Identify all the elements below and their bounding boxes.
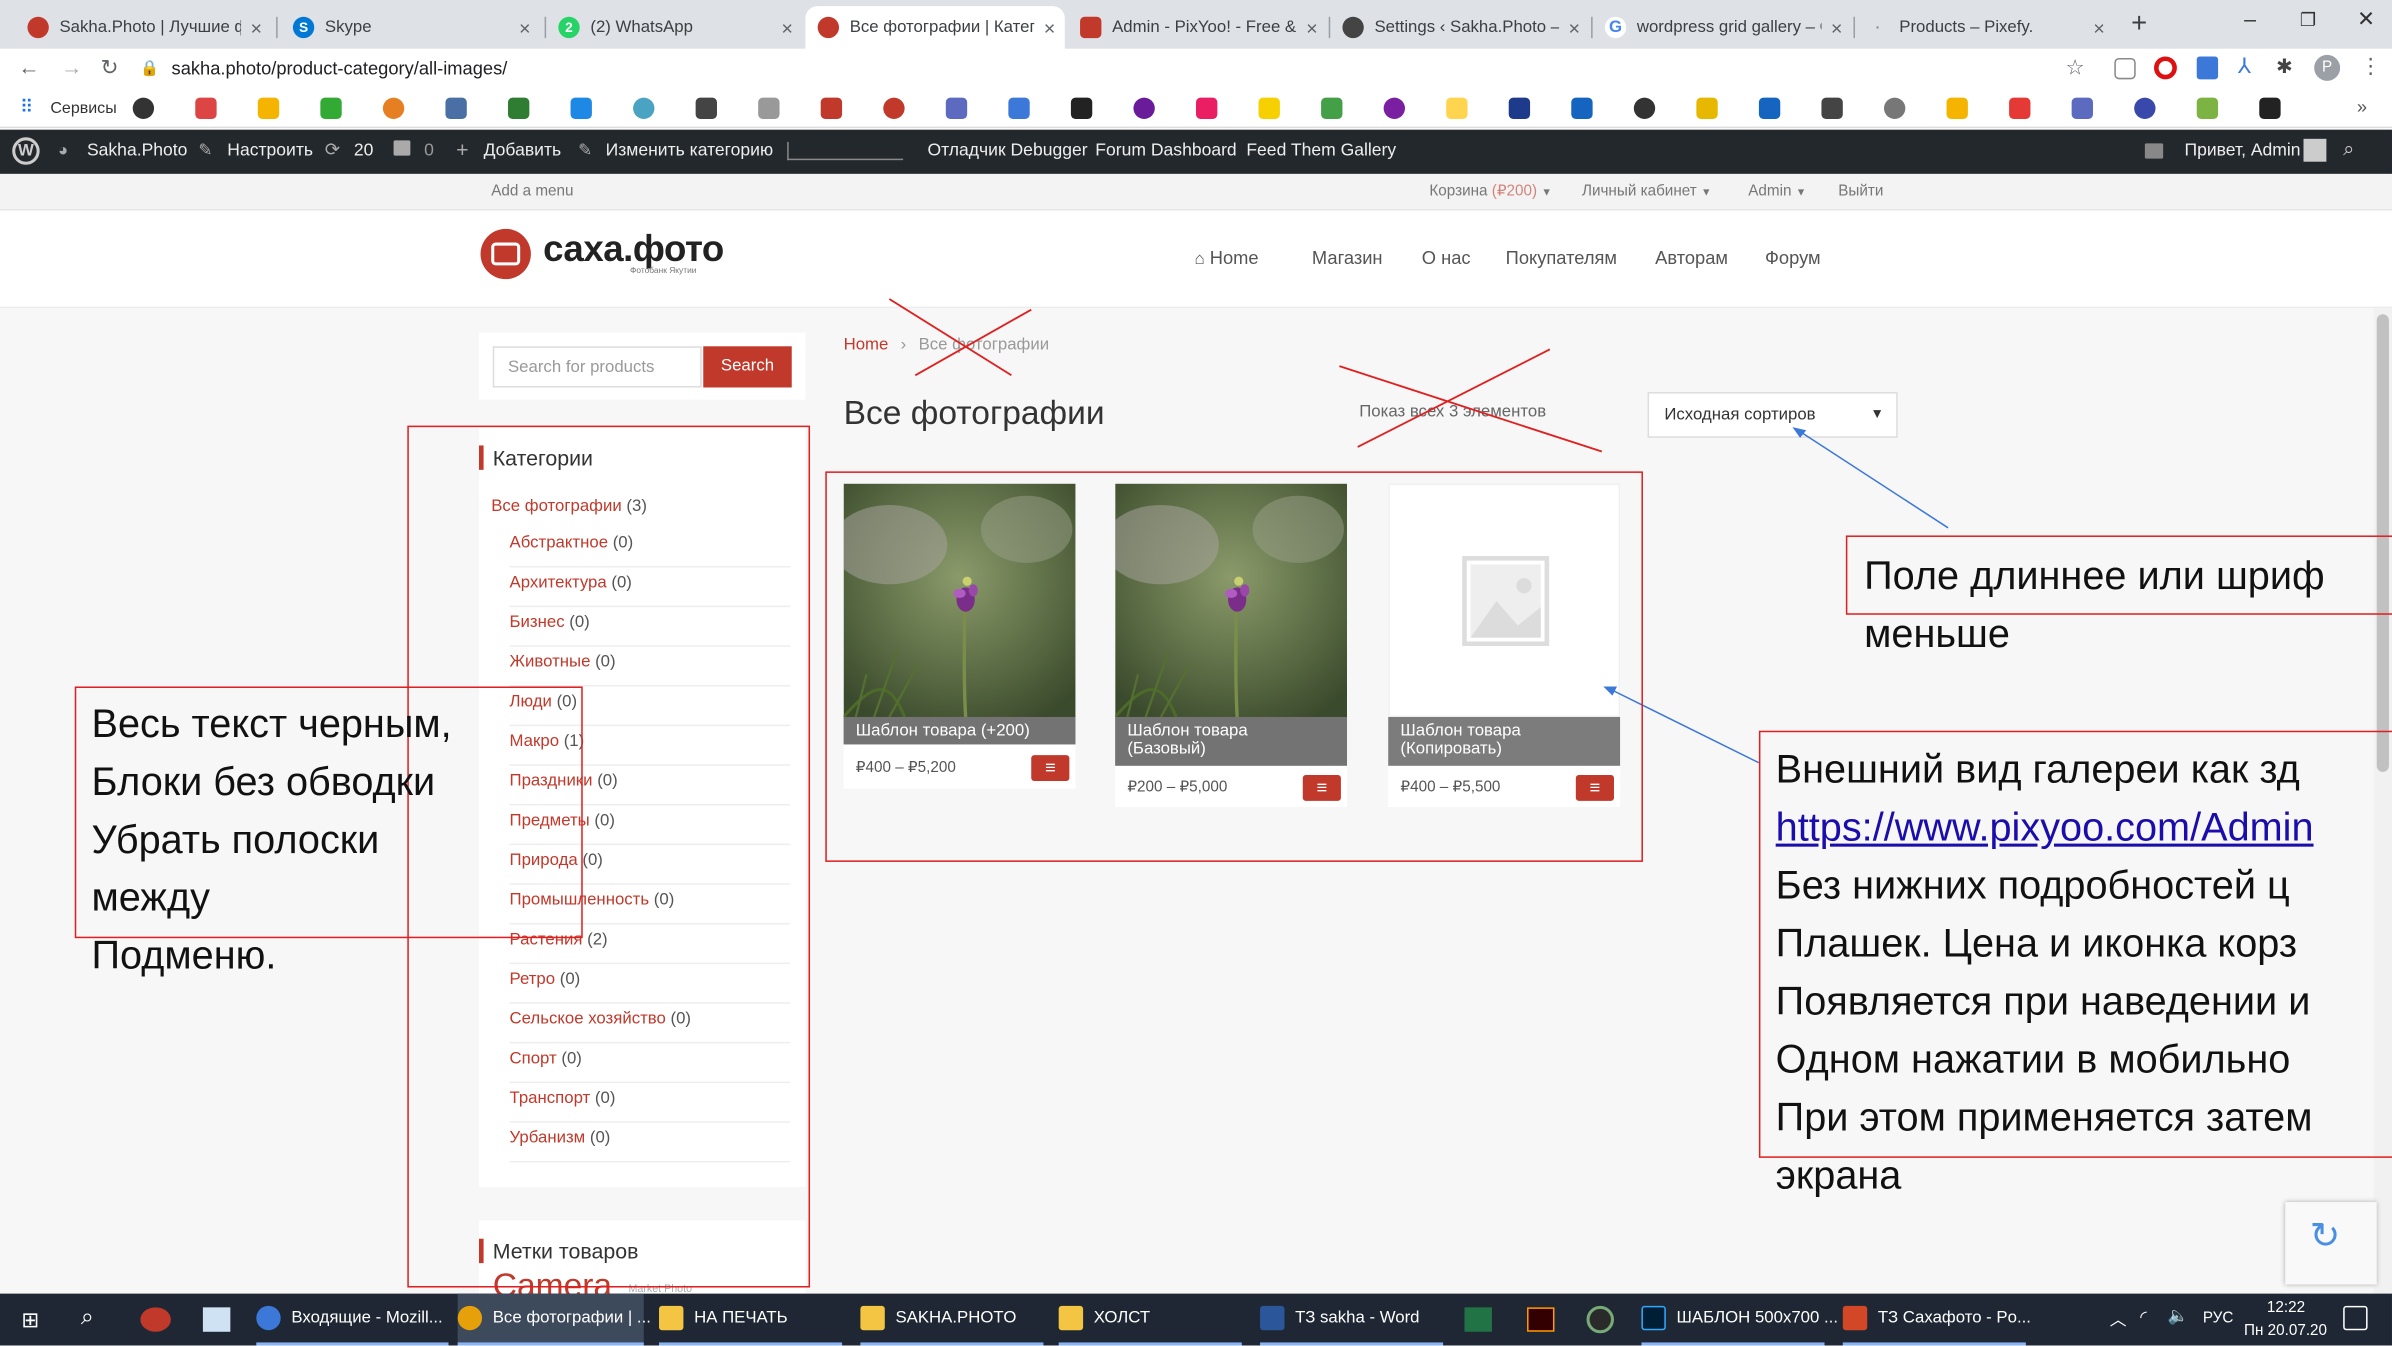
notifications-icon[interactable] <box>2343 1305 2368 1331</box>
annotation-left-line: между <box>91 874 210 920</box>
word-icon <box>1260 1305 1285 1331</box>
windows-start-icon[interactable]: ⊞ <box>21 1307 39 1333</box>
clock-time[interactable]: 12:22 <box>2267 1300 2305 1317</box>
taskbar-powerpoint[interactable]: ТЗ Сахафото - Po... <box>1842 1294 2031 1346</box>
windows-taskbar: ⊞ ⌕ Входящие - Mozill... Все фотографии … <box>0 1293 2392 1346</box>
annotation-left-line: Весь текст черным, <box>91 700 452 746</box>
annotation-gallery-line: Одном нажатии в мобильно <box>1775 1035 2291 1082</box>
product-title[interactable]: Шаблон товара (Копировать) <box>1388 717 1571 763</box>
annotation-text-gallery: Внешний вид галереи как зд https://www.pi… <box>1776 740 2314 1204</box>
language-indicator[interactable]: РУС <box>2203 1310 2234 1327</box>
taskbar-chrome[interactable]: Все фотографии | ... <box>457 1293 651 1346</box>
taskbar-word[interactable]: ТЗ sakha - Word <box>1260 1294 1444 1346</box>
app-icon[interactable] <box>140 1307 171 1332</box>
illustrator-icon[interactable] <box>1527 1307 1555 1332</box>
taskbar-thunderbird[interactable]: Входящие - Mozill... <box>256 1294 449 1346</box>
photoshop-icon <box>1641 1305 1666 1331</box>
folder-icon <box>659 1305 684 1331</box>
taskbar-folder-sakha[interactable]: SAKHA.PHOTO <box>860 1294 1044 1346</box>
annotation-cross <box>914 308 1032 377</box>
excel-icon[interactable] <box>1464 1307 1492 1332</box>
arrow-head-icon <box>1792 427 1807 438</box>
annotation-gallery-line: экрана <box>1775 1151 1902 1198</box>
taskbar-folder-canvas[interactable]: ХОЛСТ <box>1058 1294 1242 1346</box>
annotation-left-line: Блоки без обводки <box>91 758 436 804</box>
tray-chevron-icon[interactable]: ︿ <box>2110 1307 2127 1331</box>
annotation-arrow <box>1795 428 1949 529</box>
powerpoint-icon <box>1842 1305 1868 1331</box>
annotation-box-gallery <box>825 471 1643 862</box>
annotation-sort-line: Поле длиннее или шриф <box>1864 552 2325 598</box>
annotation-sort-line: меньше <box>1864 610 2010 656</box>
annotation-gallery-line: Без нижних подробностей ц <box>1775 861 2290 908</box>
annotation-gallery-line: https://www.pixyoo.com/Admin <box>1775 803 2314 850</box>
search-icon[interactable]: ⌕ <box>81 1304 94 1330</box>
thunderbird-icon <box>256 1305 281 1331</box>
annotation-gallery-line: Внешний вид галереи как зд <box>1775 745 2300 792</box>
clock-date[interactable]: Пн 20.07.20 <box>2244 1323 2327 1340</box>
network-icon[interactable]: ◜ <box>2140 1307 2147 1327</box>
annotation-text-left: Весь текст черным, Блоки без обводки Убрат… <box>92 694 452 984</box>
folder-icon <box>1058 1305 1084 1331</box>
annotation-gallery-line: Плашек. Цена и иконка корз <box>1775 919 2298 966</box>
folder-icon <box>860 1305 885 1331</box>
annotation-left-line: Подменю. <box>91 932 277 978</box>
annotation-cross <box>888 298 1012 377</box>
taskbar-photoshop[interactable]: ШАБЛОН 500x700 ... <box>1641 1294 1838 1346</box>
app-icon[interactable] <box>1586 1305 1614 1334</box>
notepad-icon[interactable] <box>202 1307 231 1332</box>
volume-icon[interactable]: 🔈 <box>2168 1306 2189 1325</box>
annotation-gallery-line: При этом применяется затем <box>1775 1093 2313 1140</box>
annotation-text-sort: Поле длиннее или шриф меньше <box>1864 546 2324 662</box>
taskbar-folder-print[interactable]: НА ПЕЧАТЬ <box>659 1294 843 1346</box>
annotation-cross <box>1357 348 1551 448</box>
annotation-left-line: Убрать полоски <box>91 816 380 862</box>
annotation-cross <box>1339 365 1603 453</box>
product-title-overlay[interactable]: Шаблон товара (Базовый) <box>1115 717 1283 763</box>
chrome-icon <box>457 1305 483 1331</box>
annotation-gallery-line: Появляется при наведении и <box>1775 977 2311 1024</box>
